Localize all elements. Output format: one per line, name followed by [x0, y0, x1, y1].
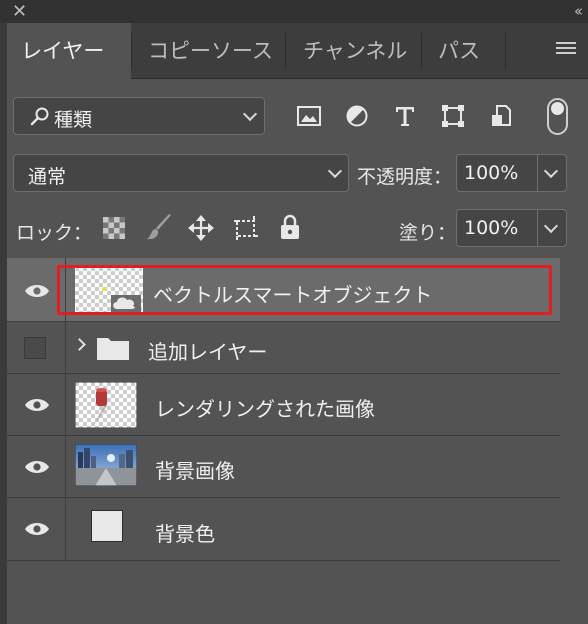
layer-row-rendered-image[interactable]: レンダリングされた画像	[7, 374, 560, 436]
opacity-label: 不透明度：	[357, 166, 453, 188]
tab-layers-label: レイヤー	[21, 39, 105, 63]
eye-icon[interactable]	[24, 459, 50, 475]
fill-label: 塗り：	[399, 222, 457, 244]
layer-name[interactable]: 背景色	[155, 518, 215, 547]
smart-object-filter-icon[interactable]	[489, 104, 513, 128]
shape-filter-icon[interactable]	[441, 104, 465, 128]
close-panel-icon[interactable]: ✕	[12, 0, 27, 23]
visibility-column	[7, 498, 66, 560]
tab-channels-label: チャンネル	[303, 39, 408, 63]
lock-position-move-icon[interactable]	[188, 215, 214, 241]
fill-dropdown-icon[interactable]	[543, 218, 559, 234]
blend-mode-select[interactable]: 通常	[13, 154, 349, 192]
tab-paths[interactable]: パス	[424, 23, 494, 79]
background-photo-thumbnail	[75, 444, 137, 486]
tab-divider	[505, 33, 506, 69]
filter-kind-select[interactable]: 種類	[13, 97, 265, 135]
opacity-value: 100%	[464, 162, 519, 184]
chevron-right-icon[interactable]	[73, 338, 86, 351]
eye-icon[interactable]	[24, 283, 50, 299]
tab-channels[interactable]: チャンネル	[289, 23, 421, 79]
folder-icon	[97, 338, 129, 360]
tab-clone-source-label: コピーソース	[148, 39, 273, 63]
blend-mode-value: 通常	[28, 166, 67, 188]
eye-icon[interactable]	[24, 397, 50, 413]
fill-value: 100%	[464, 217, 519, 239]
layer-row-group[interactable]: 追加レイヤー	[7, 322, 560, 374]
visibility-column	[7, 322, 66, 373]
search-icon	[30, 107, 49, 126]
visibility-column	[7, 436, 66, 497]
filter-toggle-switch[interactable]	[547, 98, 568, 135]
layer-row-background-color[interactable]: 背景色	[7, 498, 560, 561]
lock-transparent-pixels-icon[interactable]	[103, 217, 125, 239]
tab-divider	[285, 33, 286, 69]
layer-row-background-image[interactable]: 背景画像	[7, 436, 560, 498]
toggle-knob	[551, 102, 564, 115]
filter-kind-label: 種類	[54, 109, 93, 131]
opacity-dropdown-icon[interactable]	[543, 163, 559, 179]
visibility-column	[7, 374, 66, 435]
image-filter-icon[interactable]	[297, 104, 321, 128]
solid-color-thumbnail	[91, 510, 123, 542]
lock-all-icon[interactable]	[280, 214, 300, 240]
field-divider	[537, 210, 538, 246]
type-filter-icon[interactable]	[393, 104, 417, 128]
visibility-toggle-empty[interactable]	[24, 337, 46, 359]
layer-name[interactable]: 背景画像	[155, 455, 235, 484]
lock-label: ロック：	[16, 222, 93, 244]
tab-divider	[131, 33, 132, 69]
rendered-image-thumbnail	[75, 382, 137, 428]
tab-layers[interactable]: レイヤー	[7, 23, 131, 79]
layer-name[interactable]: レンダリングされた画像	[155, 393, 375, 422]
chevron-down-icon	[242, 106, 258, 122]
opacity-field[interactable]: 100%	[456, 154, 567, 192]
tab-divider	[421, 33, 422, 69]
tab-clone-source[interactable]: コピーソース	[134, 23, 287, 79]
layers-scroll-area[interactable]	[560, 258, 588, 624]
lock-artboard-icon[interactable]	[233, 215, 259, 241]
eye-icon[interactable]	[24, 521, 50, 537]
adjustment-filter-icon[interactable]	[345, 104, 369, 128]
panel-menu-icon[interactable]	[556, 42, 576, 58]
tab-paths-label: パス	[438, 39, 480, 63]
highlight-outline	[57, 265, 552, 315]
fill-field[interactable]: 100%	[456, 209, 567, 247]
collapse-panel-icon[interactable]: ‹‹	[574, 0, 583, 23]
left-edge	[0, 23, 7, 624]
field-divider	[537, 155, 538, 191]
tab-bar: レイヤー コピーソース チャンネル パス	[7, 23, 588, 79]
chevron-down-icon	[327, 163, 343, 179]
panel-header-strip: ✕ ‹‹	[0, 0, 588, 23]
lock-image-pixels-brush-icon[interactable]	[145, 214, 173, 242]
layer-name[interactable]: 追加レイヤー	[148, 336, 267, 365]
